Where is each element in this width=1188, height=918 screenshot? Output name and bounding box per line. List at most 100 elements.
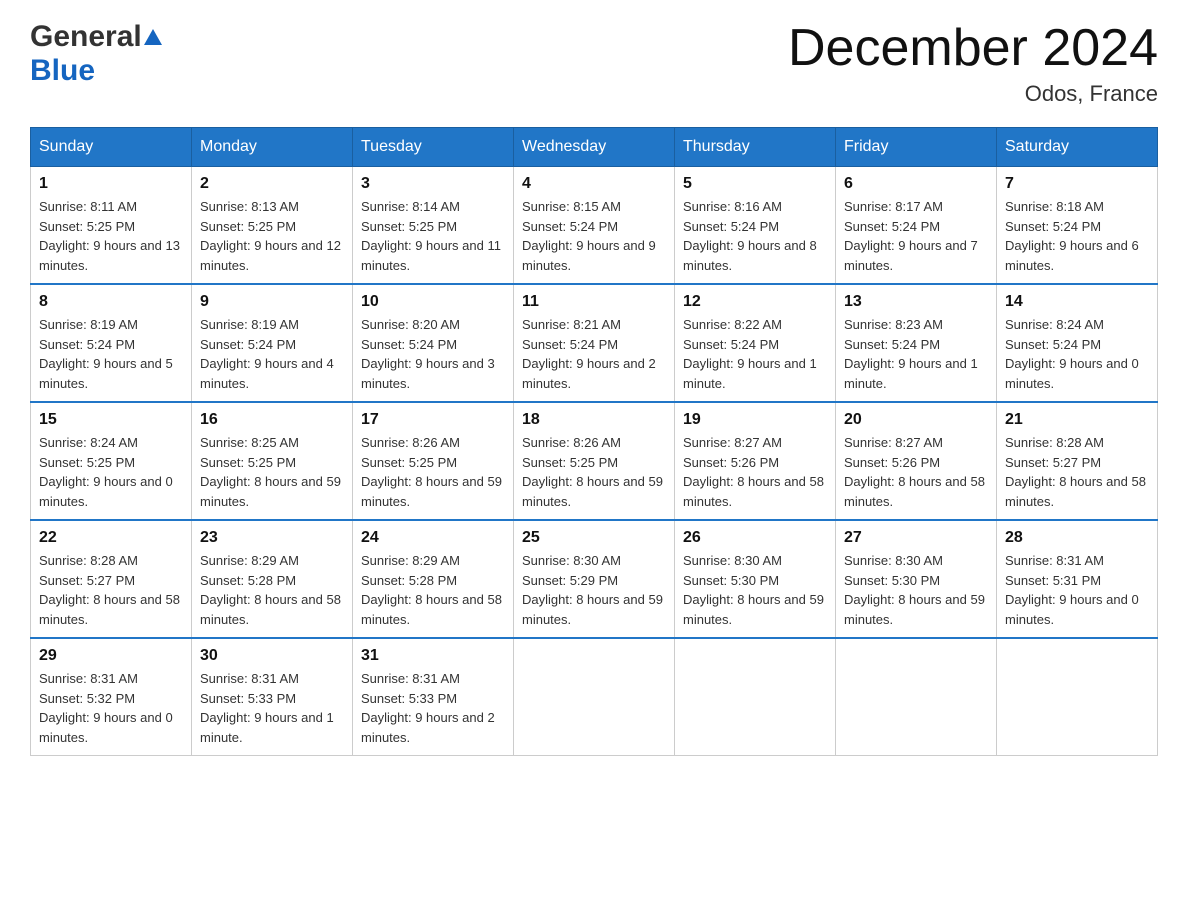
day-number: 26	[683, 529, 827, 547]
day-number: 6	[844, 175, 988, 193]
calendar-cell	[675, 638, 836, 756]
weekday-header-thursday: Thursday	[675, 128, 836, 167]
location: Odos, France	[788, 81, 1158, 107]
day-info: Sunrise: 8:22 AMSunset: 5:24 PMDaylight:…	[683, 315, 827, 393]
calendar-cell: 4Sunrise: 8:15 AMSunset: 5:24 PMDaylight…	[514, 167, 675, 285]
day-number: 28	[1005, 529, 1149, 547]
day-number: 5	[683, 175, 827, 193]
day-info: Sunrise: 8:15 AMSunset: 5:24 PMDaylight:…	[522, 197, 666, 275]
day-number: 10	[361, 293, 505, 311]
calendar-cell: 10 Sunrise: 8:20 AMSunset: 5:24 PMDayligh…	[353, 284, 514, 402]
day-number: 25	[522, 529, 666, 547]
calendar-cell	[997, 638, 1158, 756]
calendar-cell: 18Sunrise: 8:26 AMSunset: 5:25 PMDayligh…	[514, 402, 675, 520]
day-number: 16	[200, 411, 344, 429]
weekday-header-tuesday: Tuesday	[353, 128, 514, 167]
calendar-cell: 20 Sunrise: 8:27 AMSunset: 5:26 PMDayligh…	[836, 402, 997, 520]
day-info: Sunrise: 8:28 AMSunset: 5:27 PMDaylight:…	[1005, 433, 1149, 511]
day-info: Sunrise: 8:27 AMSunset: 5:26 PMDaylight:…	[844, 433, 988, 511]
day-info: Sunrise: 8:27 AMSunset: 5:26 PMDaylight:…	[683, 433, 827, 511]
calendar-cell: 3 Sunrise: 8:14 AMSunset: 5:25 PMDaylight…	[353, 167, 514, 285]
day-number: 8	[39, 293, 183, 311]
day-number: 14	[1005, 293, 1149, 311]
day-number: 15	[39, 411, 183, 429]
day-number: 31	[361, 647, 505, 665]
day-number: 17	[361, 411, 505, 429]
day-info: Sunrise: 8:24 AMSunset: 5:25 PMDaylight:…	[39, 433, 183, 511]
calendar-cell: 12 Sunrise: 8:22 AMSunset: 5:24 PMDayligh…	[675, 284, 836, 402]
day-number: 7	[1005, 175, 1149, 193]
calendar-cell: 27Sunrise: 8:30 AMSunset: 5:30 PMDayligh…	[836, 520, 997, 638]
weekday-header-saturday: Saturday	[997, 128, 1158, 167]
week-row-2: 8 Sunrise: 8:19 AMSunset: 5:24 PMDaylight…	[31, 284, 1158, 402]
calendar-cell: 29Sunrise: 8:31 AMSunset: 5:32 PMDayligh…	[31, 638, 192, 756]
calendar-cell: 6 Sunrise: 8:17 AMSunset: 5:24 PMDaylight…	[836, 167, 997, 285]
weekday-header-wednesday: Wednesday	[514, 128, 675, 167]
day-number: 19	[683, 411, 827, 429]
day-info: Sunrise: 8:13 AMSunset: 5:25 PMDaylight:…	[200, 197, 344, 275]
week-row-4: 22 Sunrise: 8:28 AMSunset: 5:27 PMDayligh…	[31, 520, 1158, 638]
day-info: Sunrise: 8:17 AMSunset: 5:24 PMDaylight:…	[844, 197, 988, 275]
calendar-cell: 7 Sunrise: 8:18 AMSunset: 5:24 PMDaylight…	[997, 167, 1158, 285]
day-number: 23	[200, 529, 344, 547]
day-number: 13	[844, 293, 988, 311]
calendar-cell: 28 Sunrise: 8:31 AMSunset: 5:31 PMDayligh…	[997, 520, 1158, 638]
day-info: Sunrise: 8:25 AMSunset: 5:25 PMDaylight:…	[200, 433, 344, 511]
weekday-header-friday: Friday	[836, 128, 997, 167]
day-number: 21	[1005, 411, 1149, 429]
day-info: Sunrise: 8:26 AMSunset: 5:25 PMDaylight:…	[361, 433, 505, 511]
day-number: 3	[361, 175, 505, 193]
calendar-cell: 13 Sunrise: 8:23 AMSunset: 5:24 PMDayligh…	[836, 284, 997, 402]
calendar-cell: 22 Sunrise: 8:28 AMSunset: 5:27 PMDayligh…	[31, 520, 192, 638]
day-info: Sunrise: 8:28 AMSunset: 5:27 PMDaylight:…	[39, 551, 183, 629]
day-info: Sunrise: 8:19 AMSunset: 5:24 PMDaylight:…	[39, 315, 183, 393]
calendar-cell: 15 Sunrise: 8:24 AMSunset: 5:25 PMDayligh…	[31, 402, 192, 520]
calendar-cell: 16 Sunrise: 8:25 AMSunset: 5:25 PMDayligh…	[192, 402, 353, 520]
calendar-cell	[514, 638, 675, 756]
calendar-cell: 19 Sunrise: 8:27 AMSunset: 5:26 PMDayligh…	[675, 402, 836, 520]
logo-general-text: General	[30, 20, 142, 54]
weekday-header-sunday: Sunday	[31, 128, 192, 167]
day-info: Sunrise: 8:20 AMSunset: 5:24 PMDaylight:…	[361, 315, 505, 393]
calendar-cell: 25Sunrise: 8:30 AMSunset: 5:29 PMDayligh…	[514, 520, 675, 638]
day-info: Sunrise: 8:30 AMSunset: 5:30 PMDaylight:…	[683, 551, 827, 629]
logo-blue-text: Blue	[30, 54, 95, 88]
day-info: Sunrise: 8:11 AMSunset: 5:25 PMDaylight:…	[39, 197, 183, 275]
day-info: Sunrise: 8:31 AMSunset: 5:32 PMDaylight:…	[39, 669, 183, 747]
day-info: Sunrise: 8:18 AMSunset: 5:24 PMDaylight:…	[1005, 197, 1149, 275]
day-info: Sunrise: 8:31 AMSunset: 5:31 PMDaylight:…	[1005, 551, 1149, 629]
week-row-1: 1 Sunrise: 8:11 AMSunset: 5:25 PMDaylight…	[31, 167, 1158, 285]
day-number: 11	[522, 293, 666, 311]
calendar-cell: 31 Sunrise: 8:31 AMSunset: 5:33 PMDayligh…	[353, 638, 514, 756]
calendar-cell: 9Sunrise: 8:19 AMSunset: 5:24 PMDaylight…	[192, 284, 353, 402]
week-row-5: 29Sunrise: 8:31 AMSunset: 5:32 PMDayligh…	[31, 638, 1158, 756]
calendar-cell: 21 Sunrise: 8:28 AMSunset: 5:27 PMDayligh…	[997, 402, 1158, 520]
day-number: 12	[683, 293, 827, 311]
day-number: 30	[200, 647, 344, 665]
calendar-table: SundayMondayTuesdayWednesdayThursdayFrid…	[30, 127, 1158, 756]
day-info: Sunrise: 8:16 AMSunset: 5:24 PMDaylight:…	[683, 197, 827, 275]
month-title: December 2024	[788, 20, 1158, 77]
day-info: Sunrise: 8:24 AMSunset: 5:24 PMDaylight:…	[1005, 315, 1149, 393]
week-row-3: 15 Sunrise: 8:24 AMSunset: 5:25 PMDayligh…	[31, 402, 1158, 520]
day-number: 20	[844, 411, 988, 429]
day-number: 24	[361, 529, 505, 547]
page-header: General Blue December 2024 Odos, France	[30, 20, 1158, 107]
day-info: Sunrise: 8:21 AMSunset: 5:24 PMDaylight:…	[522, 315, 666, 393]
logo-triangle-icon	[144, 27, 162, 47]
weekday-header-monday: Monday	[192, 128, 353, 167]
day-info: Sunrise: 8:23 AMSunset: 5:24 PMDaylight:…	[844, 315, 988, 393]
day-number: 2	[200, 175, 344, 193]
calendar-cell: 14 Sunrise: 8:24 AMSunset: 5:24 PMDayligh…	[997, 284, 1158, 402]
day-info: Sunrise: 8:31 AMSunset: 5:33 PMDaylight:…	[361, 669, 505, 747]
day-info: Sunrise: 8:29 AMSunset: 5:28 PMDaylight:…	[361, 551, 505, 629]
logo: General Blue	[30, 20, 162, 88]
day-info: Sunrise: 8:14 AMSunset: 5:25 PMDaylight:…	[361, 197, 505, 275]
day-info: Sunrise: 8:19 AMSunset: 5:24 PMDaylight:…	[200, 315, 344, 393]
day-number: 1	[39, 175, 183, 193]
title-area: December 2024 Odos, France	[788, 20, 1158, 107]
day-number: 27	[844, 529, 988, 547]
calendar-cell	[836, 638, 997, 756]
calendar-cell: 26 Sunrise: 8:30 AMSunset: 5:30 PMDayligh…	[675, 520, 836, 638]
day-number: 22	[39, 529, 183, 547]
